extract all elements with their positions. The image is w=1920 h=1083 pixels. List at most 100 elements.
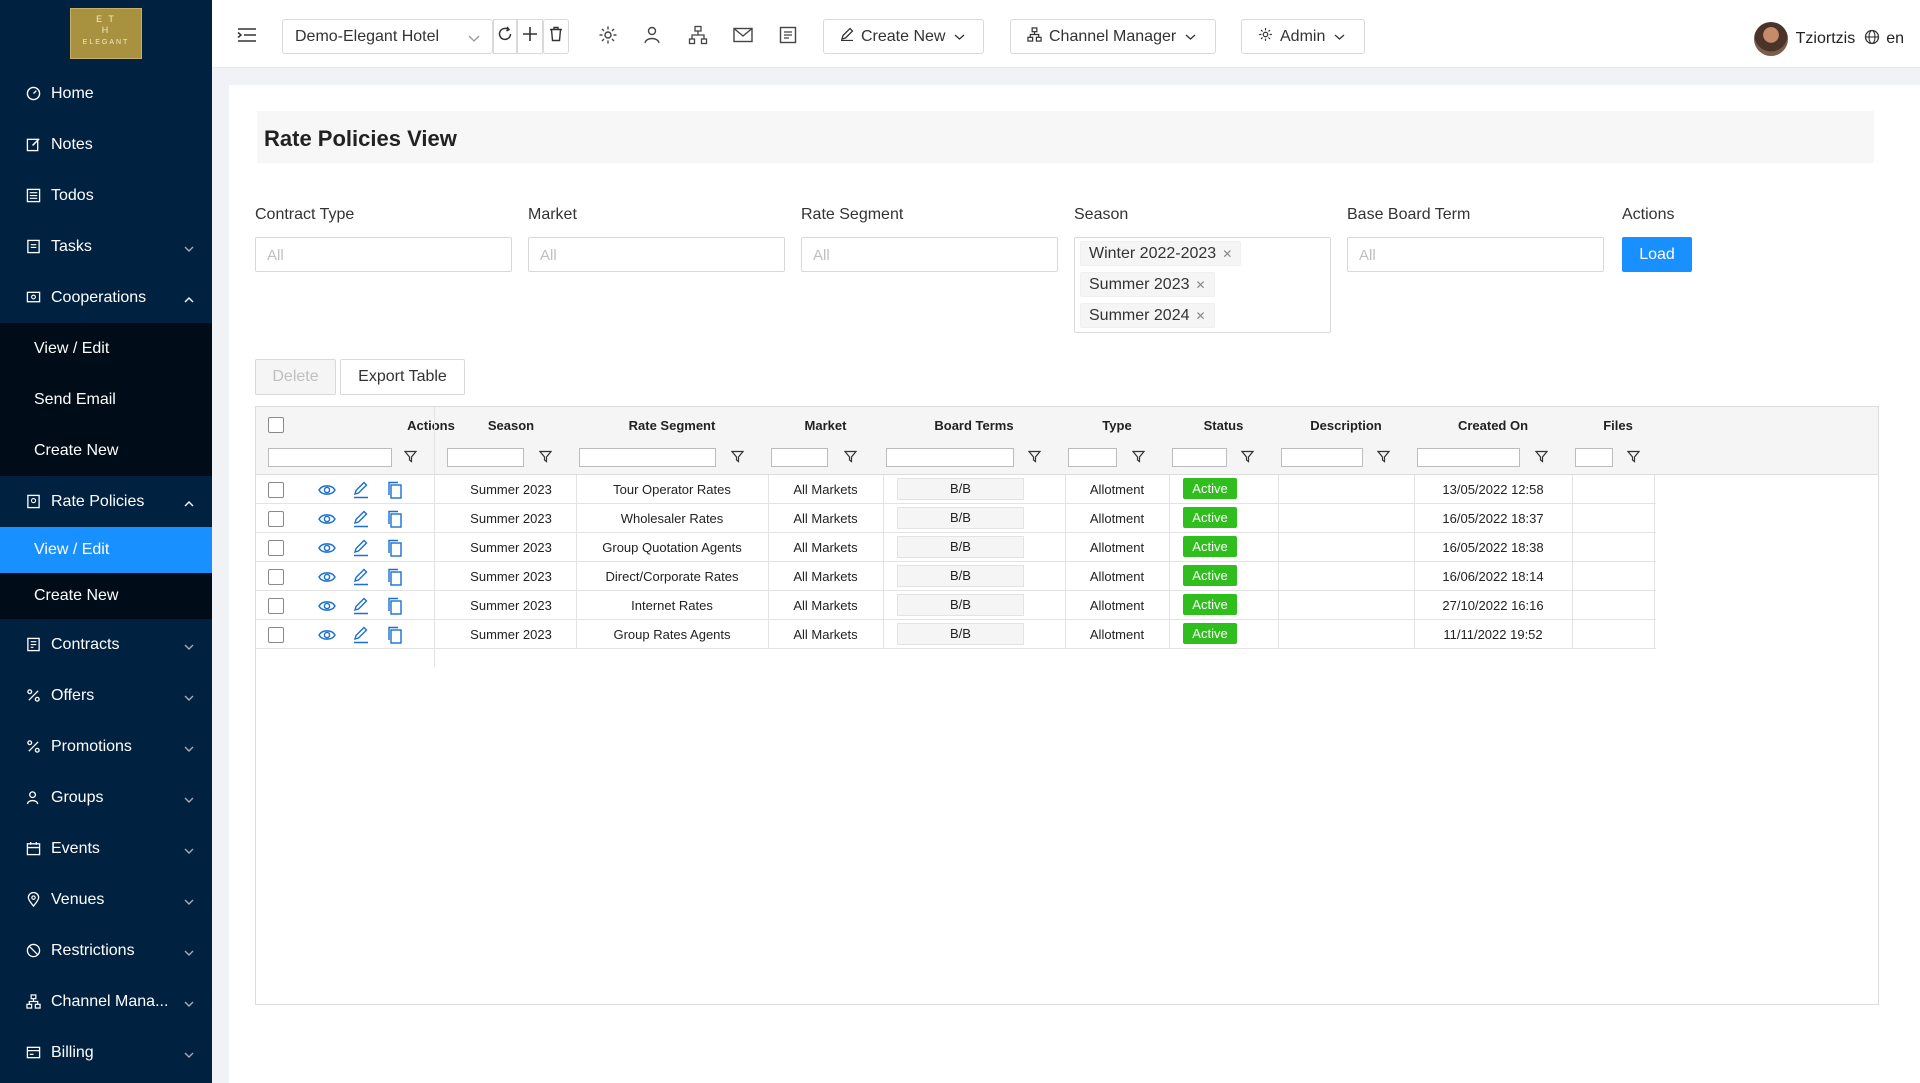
column-header-type[interactable]: Type xyxy=(1065,418,1169,433)
row-checkbox[interactable] xyxy=(268,627,284,643)
menu-toggle-icon[interactable] xyxy=(236,24,258,46)
table-row[interactable]: Summer 2023 Group Rates Agents All Markets… xyxy=(256,620,1656,649)
refresh-button[interactable] xyxy=(493,19,517,54)
filter-icon[interactable] xyxy=(1534,450,1549,463)
column-header-files[interactable]: Files xyxy=(1572,418,1664,433)
sidebar-item-promotions[interactable]: Promotions xyxy=(0,721,212,772)
sidebar-subitem-coop-send-email[interactable]: Send Email xyxy=(0,374,212,425)
filter-icon[interactable] xyxy=(403,450,418,463)
eye-icon[interactable] xyxy=(318,510,336,528)
sidebar-item-events[interactable]: Events xyxy=(0,823,212,874)
sidebar-item-home[interactable]: Home xyxy=(0,68,212,119)
users-icon[interactable] xyxy=(642,24,664,46)
description-filter-input[interactable] xyxy=(1281,448,1363,467)
row-checkbox[interactable] xyxy=(268,511,284,527)
edit-icon[interactable] xyxy=(352,481,370,499)
user-menu[interactable]: Tziortzis en xyxy=(1753,22,1904,56)
copy-icon[interactable] xyxy=(386,597,404,615)
table-row[interactable]: Summer 2023 Wholesaler Rates All Markets Al… xyxy=(256,504,1656,533)
sidebar-subitem-rate-create-new[interactable]: Create New xyxy=(0,573,212,619)
channel-manager-dropdown[interactable]: Channel Manager xyxy=(1010,19,1216,54)
copy-icon[interactable] xyxy=(386,481,404,499)
sidebar-item-offers[interactable]: Offers xyxy=(0,670,212,721)
delete-hotel-button[interactable] xyxy=(543,19,569,54)
sidebar-item-groups[interactable]: Groups xyxy=(0,772,212,823)
contract-type-select[interactable]: All xyxy=(255,237,512,272)
sidebar-subitem-coop-create-new[interactable]: Create New xyxy=(0,425,212,476)
hierarchy-icon[interactable] xyxy=(687,24,709,46)
sidebar-subitem-coop-view-edit[interactable]: View / Edit xyxy=(0,323,212,374)
filter-icon[interactable] xyxy=(538,450,553,463)
export-table-button[interactable]: Export Table xyxy=(340,359,465,395)
sidebar-item-restrictions[interactable]: Restrictions xyxy=(0,925,212,976)
status-filter-input[interactable] xyxy=(1172,448,1227,467)
actions-filter-input[interactable] xyxy=(268,448,392,467)
eye-icon[interactable] xyxy=(318,597,336,615)
column-header-rate-segment[interactable]: Rate Segment xyxy=(576,418,768,433)
rate-segment-select[interactable]: All xyxy=(801,237,1058,272)
filter-icon[interactable] xyxy=(1027,450,1042,463)
close-icon[interactable]: ✕ xyxy=(1196,309,1206,323)
copy-icon[interactable] xyxy=(386,539,404,557)
edit-icon[interactable] xyxy=(352,539,370,557)
sidebar-item-cooperations[interactable]: Cooperations xyxy=(0,272,212,323)
sidebar-item-todos[interactable]: Todos xyxy=(0,170,212,221)
eye-icon[interactable] xyxy=(318,568,336,586)
edit-icon[interactable] xyxy=(352,597,370,615)
sidebar-item-tasks[interactable]: Tasks xyxy=(0,221,212,272)
table-row[interactable]: Summer 2023 Group Quotation Agents All Mar… xyxy=(256,533,1656,562)
table-row[interactable]: Summer 2023 Direct/Corporate Rates All Mar… xyxy=(256,562,1656,591)
avatar[interactable] xyxy=(1753,22,1788,56)
season-filter-input[interactable] xyxy=(447,448,524,467)
filter-icon[interactable] xyxy=(1131,450,1146,463)
edit-icon[interactable] xyxy=(352,626,370,644)
board-terms-filter-input[interactable] xyxy=(886,448,1014,467)
filter-icon[interactable] xyxy=(1626,450,1641,463)
mail-icon[interactable] xyxy=(732,24,754,46)
language-label[interactable]: en xyxy=(1886,30,1904,48)
globe-icon[interactable] xyxy=(1864,29,1880,50)
filter-icon[interactable] xyxy=(1376,450,1391,463)
base-board-term-select[interactable]: All xyxy=(1347,237,1604,272)
hotel-select[interactable]: Demo-Elegant Hotel xyxy=(282,19,493,54)
delete-button[interactable]: Delete xyxy=(255,359,336,395)
column-header-market[interactable]: Market xyxy=(768,418,883,433)
filter-icon[interactable] xyxy=(730,450,745,463)
column-header-created-on[interactable]: Created On xyxy=(1414,418,1572,433)
eye-icon[interactable] xyxy=(318,539,336,557)
row-checkbox[interactable] xyxy=(268,540,284,556)
column-header-season[interactable]: Season xyxy=(446,418,576,433)
row-checkbox[interactable] xyxy=(268,598,284,614)
sidebar-item-notes[interactable]: Notes xyxy=(0,119,212,170)
type-filter-input[interactable] xyxy=(1068,448,1117,467)
column-header-description[interactable]: Description xyxy=(1278,418,1414,433)
files-filter-input[interactable] xyxy=(1575,448,1613,467)
season-select[interactable]: Winter 2022-2023 ✕ Summer 2023 ✕ Summer 20… xyxy=(1074,237,1331,333)
sidebar-item-rate-policies[interactable]: Rate Policies xyxy=(0,476,212,527)
settings-icon[interactable] xyxy=(597,24,619,46)
sidebar-item-contracts[interactable]: Contracts xyxy=(0,619,212,670)
copy-icon[interactable] xyxy=(386,568,404,586)
created-on-filter-input[interactable] xyxy=(1417,448,1520,467)
copy-icon[interactable] xyxy=(386,626,404,644)
admin-dropdown[interactable]: Admin xyxy=(1241,19,1365,54)
column-header-board-terms[interactable]: Board Terms xyxy=(883,418,1065,433)
market-filter-input[interactable] xyxy=(771,448,828,467)
copy-icon[interactable] xyxy=(386,510,404,528)
eye-icon[interactable] xyxy=(318,481,336,499)
market-select[interactable]: All xyxy=(528,237,785,272)
table-row[interactable]: Summer 2023 Internet Rates All Markets Allo… xyxy=(256,591,1656,620)
eye-icon[interactable] xyxy=(318,626,336,644)
sidebar-item-venues[interactable]: Venues xyxy=(0,874,212,925)
report-icon[interactable] xyxy=(777,24,799,46)
sidebar-item-channel-manager[interactable]: Channel Mana... xyxy=(0,976,212,1027)
table-row[interactable]: Summer 2023 Tour Operator Rates All Market… xyxy=(256,475,1656,504)
close-icon[interactable]: ✕ xyxy=(1196,278,1206,292)
select-all-checkbox[interactable] xyxy=(268,417,284,433)
close-icon[interactable]: ✕ xyxy=(1222,247,1232,261)
column-header-status[interactable]: Status xyxy=(1169,418,1278,433)
edit-icon[interactable] xyxy=(352,510,370,528)
filter-icon[interactable] xyxy=(843,450,858,463)
hotel-logo[interactable]: E T H ELEGANT xyxy=(70,8,142,59)
sidebar-item-billing[interactable]: Billing xyxy=(0,1027,212,1078)
